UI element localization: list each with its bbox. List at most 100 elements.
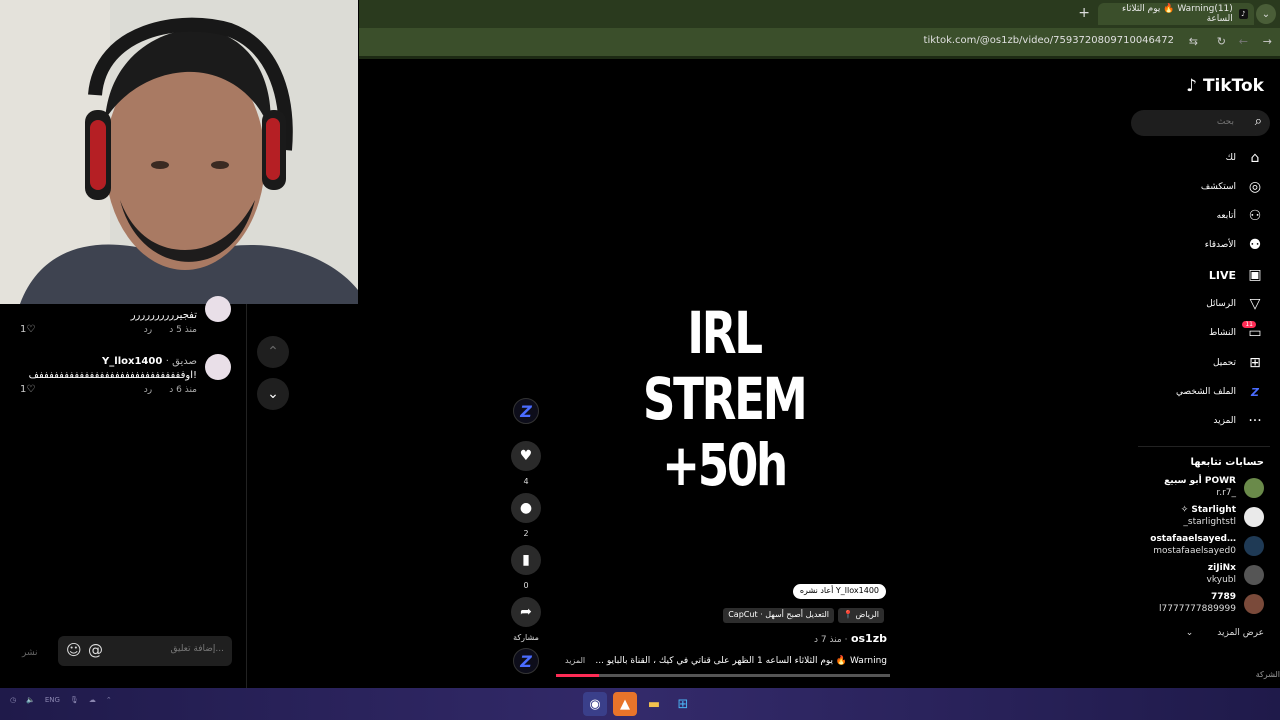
emoji-icon[interactable]: ☺ xyxy=(66,641,82,659)
location-chip[interactable]: 📍 الرياض xyxy=(838,608,884,623)
followed-account[interactable]: ostafaaelsayed… mostafaaelsayed0 xyxy=(1130,534,1264,558)
system-tray: ◷ 🔈 ENG 🎙 ☁ ⌃ xyxy=(10,696,112,704)
new-tab-button[interactable]: + xyxy=(1078,5,1090,21)
show-more-label: عرض المزيد xyxy=(1217,628,1264,638)
avatar[interactable] xyxy=(205,354,231,380)
tiktok-favicon-icon: ♪ xyxy=(1238,9,1248,19)
profile-icon: Z xyxy=(1251,385,1259,399)
next-video-button[interactable]: ⌄ xyxy=(257,378,289,410)
chevron-up-icon[interactable]: ⌃ xyxy=(106,696,112,704)
heart-icon[interactable]: ♥ xyxy=(511,441,541,471)
comment-icon[interactable]: ● xyxy=(511,493,541,523)
share-icon[interactable]: ➦ xyxy=(511,597,541,627)
sidebar-item-label: النشاط xyxy=(1208,328,1236,338)
activity-icon: ▭ 11 xyxy=(1242,321,1264,341)
sidebar-item-for-you[interactable]: ⌂ لك xyxy=(1226,148,1264,168)
previous-video-button[interactable]: ⌃ xyxy=(257,336,289,368)
file-explorer-icon[interactable]: ▬ xyxy=(642,692,666,716)
video-author[interactable]: os1zb · منذ 7 د xyxy=(814,632,887,645)
like-count: 4 xyxy=(523,477,529,486)
overlay-line: STREM xyxy=(642,365,808,433)
sidebar-item-explore[interactable]: ◎ استكشف xyxy=(1201,177,1264,197)
video-progress-bar[interactable] xyxy=(556,674,890,677)
language-indicator[interactable]: ENG xyxy=(45,696,60,704)
followed-account[interactable]: ✧ Starlight _starlightstl xyxy=(1130,505,1264,529)
reply-button[interactable]: رد xyxy=(144,325,152,335)
logo-text: TikTok xyxy=(1202,76,1264,96)
post-comment-button[interactable]: نشر xyxy=(22,648,38,658)
comment-like-button[interactable]: 1♡ xyxy=(20,384,35,395)
bookmark-icon[interactable]: ▮ xyxy=(511,545,541,575)
sidebar-item-messages[interactable]: ▽ الرسائل xyxy=(1206,294,1264,314)
cloud-icon[interactable]: ☁ xyxy=(89,696,96,704)
account-handle: _starlightstl xyxy=(1183,517,1236,527)
sidebar-item-upload[interactable]: ⊞ تحميل xyxy=(1213,353,1264,373)
browser-tab[interactable]: ♪ Warning(11) 🔥 يوم الثلاثاء الساعة xyxy=(1098,3,1254,25)
live-icon: ▣ xyxy=(1248,267,1262,283)
account-name: ✧ Starlight xyxy=(1180,505,1236,515)
compass-icon: ◎ xyxy=(1248,179,1262,195)
url-field[interactable]: tiktok.com/@os1zb/video/7593720809710046… xyxy=(924,35,1174,46)
sidebar-item-label: استكشف xyxy=(1200,182,1236,192)
sidebar-divider xyxy=(1138,446,1270,447)
search-input[interactable]: بحث ⌕ xyxy=(1131,110,1270,136)
more-button[interactable]: المزيد xyxy=(565,656,585,665)
tab-search-icon[interactable]: ⌄ xyxy=(1256,4,1276,24)
comment-author[interactable]: Y_llox1400 · صديق xyxy=(102,356,197,367)
sidebar-item-label: الملف الشخصي xyxy=(1176,387,1236,397)
tab-title: Warning(11) 🔥 يوم الثلاثاء الساعة xyxy=(1121,4,1233,24)
sidebar-item-following[interactable]: ⚇ أتابعه xyxy=(1217,206,1264,226)
comment-action[interactable]: ● 2 xyxy=(511,493,541,538)
search-icon[interactable]: ⌕ xyxy=(1255,114,1262,129)
sidebar-item-more[interactable]: ··· المزيد xyxy=(1213,411,1264,431)
friends-icon: ⚉ xyxy=(1248,237,1262,253)
mic-icon[interactable]: 🎙 xyxy=(70,696,79,704)
speaker-icon[interactable]: 🔈 xyxy=(26,696,35,704)
sidebar-item-activity[interactable]: ▭ 11 النشاط xyxy=(1208,321,1264,343)
repost-chip[interactable]: Y_llox1400 أعاد نشره xyxy=(792,584,886,599)
reload-icon[interactable]: ↻ xyxy=(1217,35,1226,48)
sidebar-item-live[interactable]: ▣ LIVE xyxy=(1209,265,1264,285)
overlay-line: +50h xyxy=(662,431,788,499)
clock-icon: ◷ xyxy=(10,696,17,704)
creator-avatar[interactable]: Z xyxy=(513,398,539,424)
browser-tab-bar: + ✕ ♪ Warning(11) 🔥 يوم الثلاثاء الساعة … xyxy=(359,0,1280,28)
back-icon[interactable]: → xyxy=(1263,35,1272,48)
music-disc-icon[interactable]: Z xyxy=(513,648,539,674)
account-handle: mostafaaelsayed0 xyxy=(1153,546,1236,556)
like-action[interactable]: ♥ 4 xyxy=(511,441,541,486)
sidebar-item-label: تحميل xyxy=(1212,358,1236,368)
capcut-chip[interactable]: CapCut · التعديل أصبح أسهل xyxy=(723,608,834,623)
tiktok-logo[interactable]: ♪ TikTok xyxy=(1186,76,1264,96)
chrome-icon[interactable]: ◉ xyxy=(583,692,607,716)
comment-input[interactable]: إضافة تعليق... @ ☺ xyxy=(58,636,232,666)
followed-account[interactable]: أبو سبيع POWR r.r7_ xyxy=(1130,476,1264,500)
company-link[interactable]: الشركة xyxy=(1256,670,1280,679)
overlay-line: IRL xyxy=(687,299,763,367)
followed-account[interactable]: 7789 l7777777889999 xyxy=(1130,592,1264,616)
site-settings-icon[interactable]: ⇆ xyxy=(1189,35,1198,48)
followed-account[interactable]: ziJiNx vkyubl xyxy=(1130,563,1264,587)
share-action[interactable]: ➦ مشاركة xyxy=(511,597,541,642)
mention-icon[interactable]: @ xyxy=(88,641,103,659)
app-icon[interactable]: ▲ xyxy=(613,692,637,716)
progress-fill xyxy=(556,674,600,677)
comment-meta: منذ 6 د رد xyxy=(144,385,197,395)
avatar[interactable] xyxy=(205,296,231,322)
forward-icon[interactable]: ← xyxy=(1239,35,1248,48)
save-action[interactable]: ▮ 0 xyxy=(511,545,541,590)
sidebar-item-label: لك xyxy=(1225,153,1236,163)
sidebar-item-friends[interactable]: ⚉ الأصدقاء xyxy=(1205,235,1264,255)
chevron-down-icon: ⌄ xyxy=(267,386,279,402)
comment-like-button[interactable]: 1♡ xyxy=(20,324,35,335)
comment-time: منذ 5 د xyxy=(169,325,197,335)
avatar xyxy=(1244,594,1264,614)
show-more-button[interactable]: عرض المزيد ⌄ xyxy=(1186,628,1264,638)
chevron-down-icon: ⌄ xyxy=(1185,628,1194,638)
account-name: أبو سبيع POWR xyxy=(1164,476,1236,486)
location-label: الرياض xyxy=(855,610,879,619)
sidebar-item-profile[interactable]: Z الملف الشخصي xyxy=(1176,382,1264,402)
comment-text: اوفففففففففففففففففففففففففففففف! xyxy=(28,370,197,381)
windows-start-icon[interactable]: ⊞ xyxy=(671,692,695,716)
reply-button[interactable]: رد xyxy=(144,385,152,395)
